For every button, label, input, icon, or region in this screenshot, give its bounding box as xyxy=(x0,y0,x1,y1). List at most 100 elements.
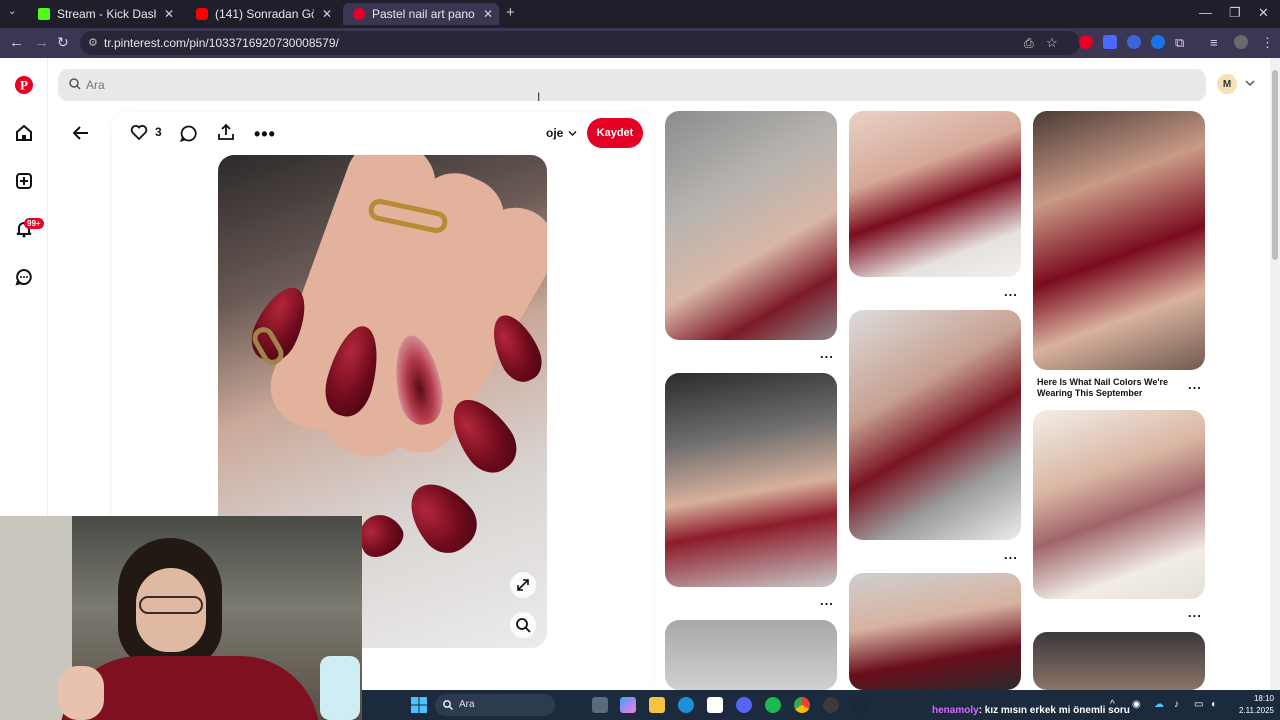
chat-overlay: henamoly: kız mısın erkek mi önemli soru xyxy=(932,705,1130,716)
pin-more-options[interactable]: ... xyxy=(1188,605,1202,620)
task-view-icon[interactable] xyxy=(592,697,608,713)
pinterest-logo-icon[interactable]: P xyxy=(14,75,34,95)
tray-chevron-icon[interactable]: ^ xyxy=(1110,699,1115,710)
search-placeholder: Ara xyxy=(86,78,105,92)
pinterest-extension-icon[interactable] xyxy=(1079,35,1093,49)
grid-pin-image[interactable] xyxy=(849,310,1021,540)
tab-title: (141) Sonradan Görme - Kalp G xyxy=(215,7,314,21)
grid-pin-image[interactable] xyxy=(665,111,837,340)
tab-title: Pastel nail art panosundaki Pin xyxy=(372,7,475,21)
grid-pin-image[interactable] xyxy=(665,620,837,690)
browser-menu-icon[interactable]: ⋮ xyxy=(1261,35,1274,51)
tab-kick-dashboard[interactable]: Stream - Kick Dashboard ✕ xyxy=(28,3,180,25)
extensions-puzzle-icon[interactable]: ⧉ xyxy=(1175,35,1184,51)
chat-message: : kız mısın erkek mi önemli soru xyxy=(978,705,1130,716)
grid-pin-image[interactable] xyxy=(665,373,837,587)
board-select[interactable]: oje xyxy=(546,126,577,140)
spotify-icon[interactable] xyxy=(765,697,781,713)
grid-pin-title[interactable]: Here Is What Nail Colors We're Wearing T… xyxy=(1037,377,1187,399)
grid-pin-image[interactable] xyxy=(1033,410,1205,599)
save-button[interactable]: Kaydet xyxy=(587,118,643,148)
share-icon[interactable] xyxy=(217,123,235,141)
steam-icon[interactable] xyxy=(852,697,868,713)
search-icon xyxy=(69,78,81,90)
like-button[interactable]: 3 xyxy=(130,124,162,140)
scrollbar-thumb[interactable] xyxy=(1272,70,1278,260)
chevron-down-icon[interactable] xyxy=(1245,79,1255,87)
tab-title: Stream - Kick Dashboard xyxy=(57,7,156,21)
forward-arrow-icon[interactable]: → xyxy=(34,34,49,51)
vpn-extension-icon[interactable] xyxy=(1151,35,1165,49)
store-icon[interactable] xyxy=(707,697,723,713)
nail-shape xyxy=(396,470,488,564)
youtube-favicon-icon xyxy=(196,8,208,20)
copilot-icon[interactable] xyxy=(620,697,636,713)
tab-search-chevron-icon[interactable]: ⌄ xyxy=(8,6,16,17)
grid-pin-image[interactable] xyxy=(1033,632,1205,690)
close-window-icon[interactable]: ✕ xyxy=(1258,5,1269,21)
clock-date: 2.11.2025 xyxy=(1239,706,1274,715)
pin-more-options[interactable]: ... xyxy=(820,593,834,608)
discord-icon[interactable] xyxy=(736,697,752,713)
visual-search-icon[interactable] xyxy=(510,612,536,638)
network-icon[interactable]: ▭ xyxy=(1194,699,1203,710)
avatar[interactable]: M xyxy=(1217,74,1237,94)
address-bar[interactable]: ⚙ tr.pinterest.com/pin/10337169207300085… xyxy=(80,31,1080,55)
like-count: 3 xyxy=(155,125,162,139)
audio-extension-icon[interactable] xyxy=(1127,35,1141,49)
close-tab-icon[interactable]: ✕ xyxy=(164,7,174,21)
close-tab-icon[interactable]: ✕ xyxy=(322,7,332,21)
microphone-icon[interactable]: ♪ xyxy=(1174,699,1179,710)
more-options-icon[interactable]: ••• xyxy=(254,124,276,145)
pin-more-options[interactable]: ... xyxy=(1004,284,1018,299)
search-input[interactable]: Ara xyxy=(58,69,1206,101)
grid-pin-image[interactable] xyxy=(1033,111,1205,370)
install-app-icon[interactable]: ⎙ xyxy=(1024,36,1034,51)
minimize-icon[interactable]: — xyxy=(1199,5,1212,20)
pin-more-options[interactable]: ... xyxy=(1188,377,1202,392)
expand-icon[interactable] xyxy=(510,572,536,598)
notifications-badge: 99+ xyxy=(24,218,44,229)
back-arrow-icon[interactable] xyxy=(72,124,90,142)
back-arrow-icon[interactable]: ← xyxy=(9,34,24,51)
close-tab-icon[interactable]: ✕ xyxy=(483,7,493,21)
windows-start-icon[interactable] xyxy=(411,697,427,713)
browser-tab-strip: ⌄ Stream - Kick Dashboard ✕ (141) Sonrad… xyxy=(0,0,1280,28)
tab-pinterest[interactable]: Pastel nail art panosundaki Pin ✕ xyxy=(343,3,499,25)
translate-extension-icon[interactable] xyxy=(1103,35,1117,49)
bookmark-star-icon[interactable]: ☆ xyxy=(1046,35,1058,51)
home-icon[interactable] xyxy=(14,123,34,143)
reload-icon[interactable]: ↻ xyxy=(57,34,69,51)
tray-app-icon[interactable]: ◉ xyxy=(1132,699,1141,710)
messages-icon[interactable] xyxy=(14,267,34,287)
obs-icon[interactable] xyxy=(823,697,839,713)
new-tab-button[interactable]: + xyxy=(506,4,515,21)
pinterest-favicon-icon xyxy=(353,8,365,20)
taskbar-search-placeholder: Ara xyxy=(459,699,475,710)
file-explorer-icon[interactable] xyxy=(649,697,665,713)
site-info-icon[interactable]: ⚙ xyxy=(88,36,98,49)
tab-youtube[interactable]: (141) Sonradan Görme - Kalp G ✕ xyxy=(186,3,338,25)
edge-icon[interactable] xyxy=(678,697,694,713)
restore-icon[interactable]: ❐ xyxy=(1229,5,1241,21)
chrome-icon[interactable] xyxy=(794,697,810,713)
pin-more-options[interactable]: ... xyxy=(820,346,834,361)
volume-icon[interactable]: ◖ xyxy=(1210,699,1216,710)
grid-pin-image[interactable] xyxy=(849,111,1021,277)
webcam-overlay xyxy=(0,516,362,720)
taskbar-clock[interactable]: 18:10 2.11.2025 xyxy=(1222,693,1274,717)
media-controls-icon[interactable]: ≡ xyxy=(1210,35,1218,50)
water-bottle xyxy=(320,656,360,720)
person-hand xyxy=(58,666,104,720)
pin-more-options[interactable]: ... xyxy=(1004,547,1018,562)
chat-username: henamoly xyxy=(932,705,979,716)
comment-icon[interactable] xyxy=(180,125,197,142)
kick-favicon-icon xyxy=(38,8,50,20)
tray-cloud-icon[interactable]: ☁ xyxy=(1154,699,1164,710)
text-cursor-icon: I xyxy=(537,90,541,104)
grid-pin-image[interactable] xyxy=(849,573,1021,690)
url-text: tr.pinterest.com/pin/1033716920730008579… xyxy=(104,36,339,50)
profile-avatar-icon[interactable] xyxy=(1234,35,1248,49)
taskbar-search[interactable]: Ara xyxy=(435,694,555,716)
create-icon[interactable] xyxy=(14,171,34,191)
